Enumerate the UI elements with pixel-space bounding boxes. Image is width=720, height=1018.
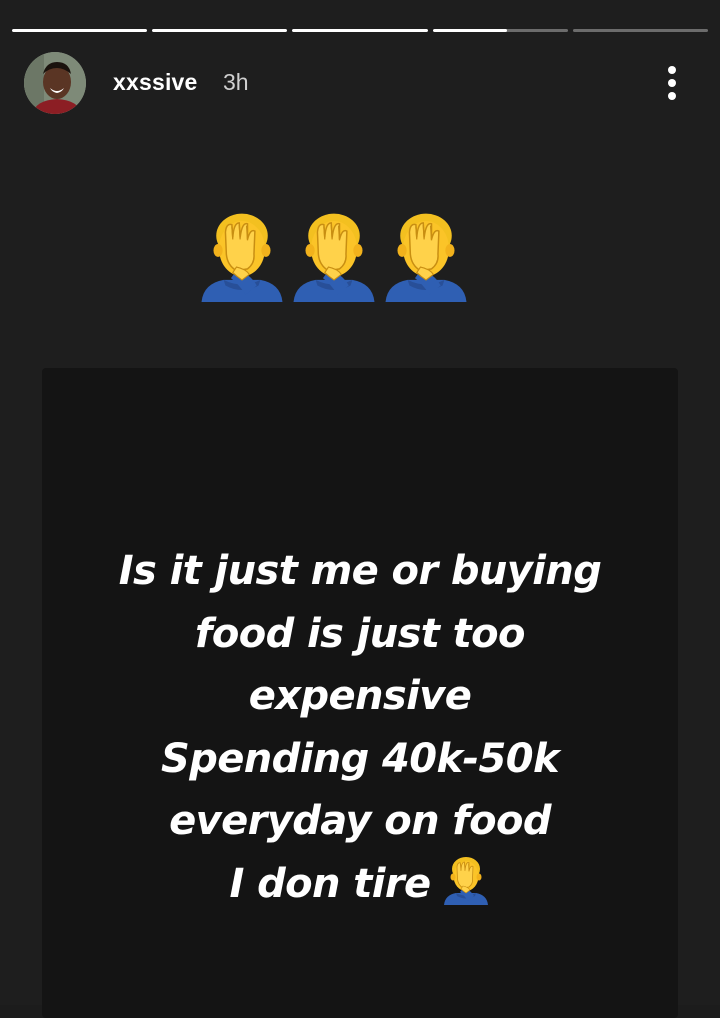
post-text: Is it just me or buying food is just too… — [0, 540, 720, 915]
post-line-text: I don tire — [229, 860, 431, 907]
post-line: Spending 40k-50k — [161, 735, 560, 782]
emoji-row — [196, 208, 476, 304]
post-line: expensive — [248, 673, 472, 719]
progress-segment — [432, 29, 568, 32]
post-line-last: I don tire — [0, 853, 720, 916]
post-line: food is just too — [195, 610, 526, 657]
more-vertical-icon[interactable] — [662, 65, 682, 101]
profile-avatar-icon — [24, 52, 86, 114]
story-header: xxssive 3h — [24, 52, 696, 114]
progress-segment — [292, 29, 428, 32]
progress-segment — [12, 29, 148, 32]
story-screen: xxssive 3h Is it just me or buying food … — [0, 0, 720, 1018]
face-palm-icon — [441, 855, 491, 905]
story-progress-bar — [12, 29, 709, 32]
username[interactable]: xxssive — [113, 69, 198, 96]
progress-segment — [572, 29, 709, 32]
post-line: Is it just me or buying — [118, 548, 602, 594]
avatar[interactable] — [24, 52, 86, 114]
face-palm-icon — [380, 208, 472, 304]
face-palm-icon — [196, 208, 288, 304]
post-line: everyday on food — [169, 798, 551, 844]
face-palm-icon — [288, 208, 380, 304]
progress-segment — [152, 29, 288, 32]
timestamp: 3h — [223, 69, 249, 95]
